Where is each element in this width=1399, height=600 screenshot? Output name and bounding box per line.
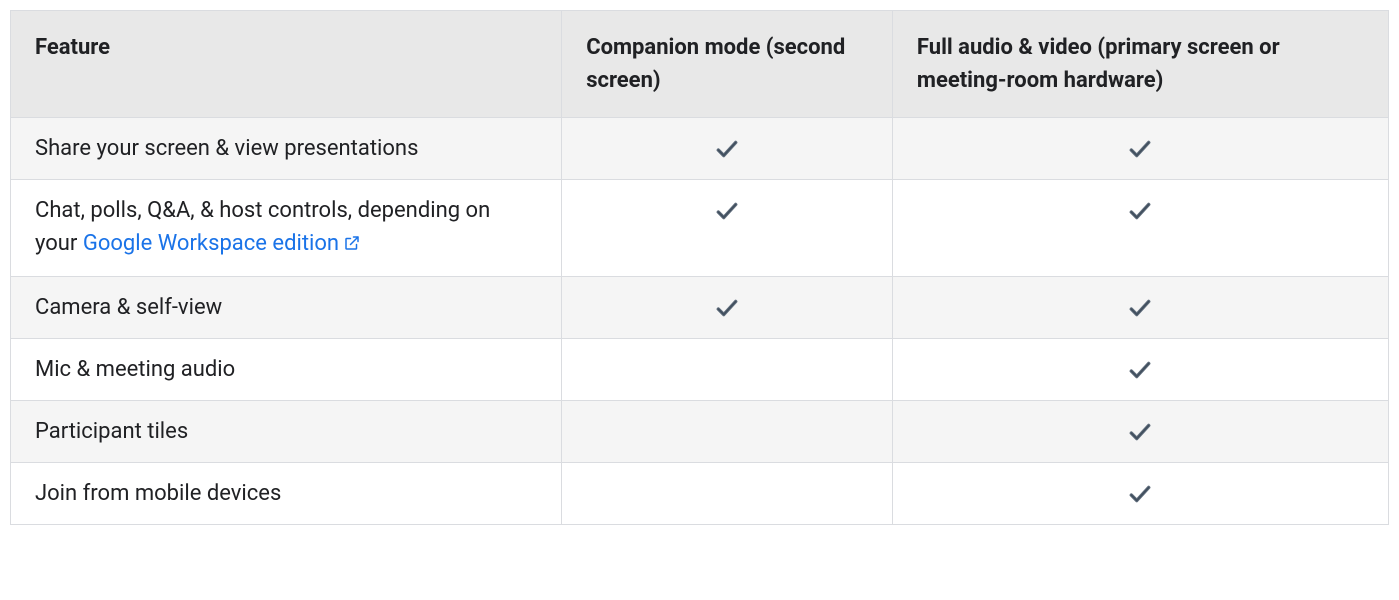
google-workspace-edition-link[interactable]: Google Workspace edition	[83, 231, 361, 256]
table-row: Participant tiles	[11, 401, 1389, 463]
link-text: Google Workspace edition	[83, 231, 339, 256]
feature-cell: Chat, polls, Q&A, & host controls, depen…	[11, 180, 562, 277]
check-icon	[714, 136, 740, 162]
companion-cell	[562, 463, 893, 525]
external-link-icon	[343, 229, 361, 262]
table-row: Join from mobile devices	[11, 463, 1389, 525]
check-icon	[1127, 136, 1153, 162]
check-icon	[714, 295, 740, 321]
check-icon	[1127, 481, 1153, 507]
check-icon	[714, 198, 740, 224]
table-body: Share your screen & view presentationsCh…	[11, 118, 1389, 525]
feature-cell: Camera & self-view	[11, 277, 562, 339]
table-row: Share your screen & view presentations	[11, 118, 1389, 180]
header-full: Full audio & video (primary screen or me…	[892, 11, 1388, 118]
header-feature: Feature	[11, 11, 562, 118]
check-icon	[1127, 295, 1153, 321]
check-icon	[1127, 419, 1153, 445]
table-row: Camera & self-view	[11, 277, 1389, 339]
companion-cell	[562, 118, 893, 180]
full-cell	[892, 277, 1388, 339]
table-row: Chat, polls, Q&A, & host controls, depen…	[11, 180, 1389, 277]
full-cell	[892, 118, 1388, 180]
full-cell	[892, 463, 1388, 525]
companion-cell	[562, 339, 893, 401]
full-cell	[892, 180, 1388, 277]
header-companion: Companion mode (second screen)	[562, 11, 893, 118]
feature-cell: Participant tiles	[11, 401, 562, 463]
feature-comparison-table: Feature Companion mode (second screen) F…	[10, 10, 1389, 525]
check-icon	[1127, 198, 1153, 224]
companion-cell	[562, 277, 893, 339]
companion-cell	[562, 401, 893, 463]
check-icon	[1127, 357, 1153, 383]
full-cell	[892, 339, 1388, 401]
feature-cell: Share your screen & view presentations	[11, 118, 562, 180]
feature-cell: Join from mobile devices	[11, 463, 562, 525]
full-cell	[892, 401, 1388, 463]
companion-cell	[562, 180, 893, 277]
feature-cell: Mic & meeting audio	[11, 339, 562, 401]
table-row: Mic & meeting audio	[11, 339, 1389, 401]
